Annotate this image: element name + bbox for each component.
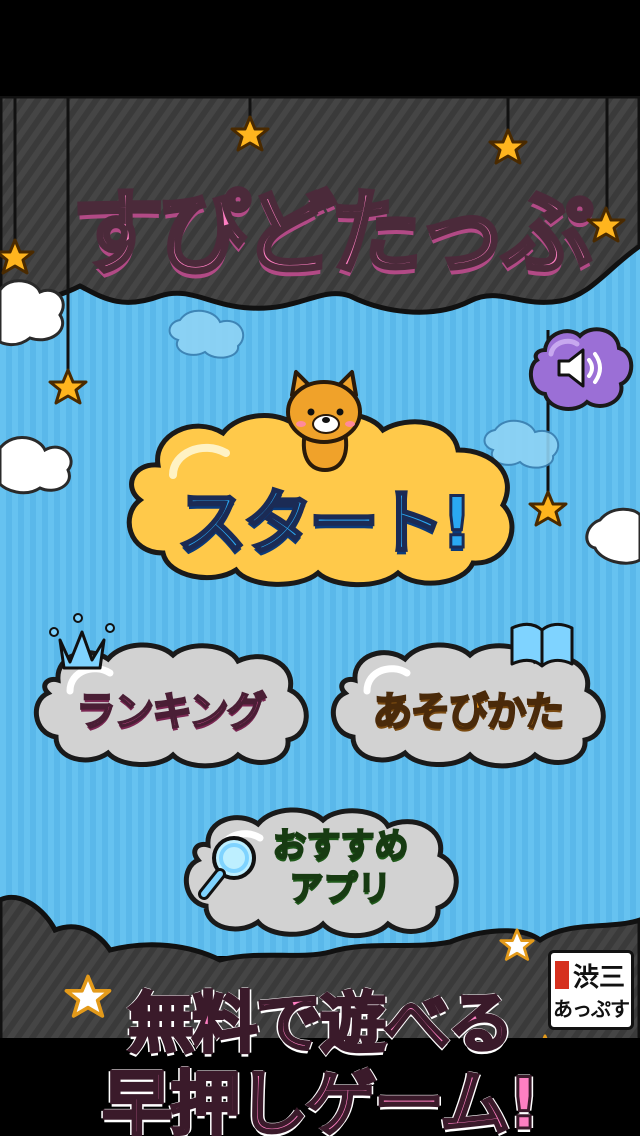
developer-logo-line1: 渋三 xyxy=(572,963,625,993)
footer-tagline-2: 早押しゲーム! xyxy=(101,1062,542,1136)
game-logo: すぴどたっぷ xyxy=(70,178,596,289)
ranking-label: ランキング xyxy=(75,688,268,736)
how-to-play-label: あそびかた xyxy=(372,688,566,736)
how-to-play-button[interactable]: あそびかた xyxy=(325,635,610,770)
ranking-button[interactable]: ランキング xyxy=(28,635,313,770)
start-label: スタート! xyxy=(176,481,475,566)
developer-logo[interactable]: 渋三 あっぷす xyxy=(548,950,634,1030)
start-button[interactable]: スタート! xyxy=(118,405,528,590)
game-screen: すぴどたっぷ スタート! ランキング あそびかた おすすめ アプリ 無料で遊べる… xyxy=(0,0,640,1136)
sound-toggle-button[interactable] xyxy=(525,320,635,415)
status-bar xyxy=(0,0,640,96)
recommended-label-line1: おすすめ xyxy=(272,825,410,867)
speaker-icon xyxy=(557,348,602,388)
developer-logo-line2: あっぷす xyxy=(553,997,630,1021)
